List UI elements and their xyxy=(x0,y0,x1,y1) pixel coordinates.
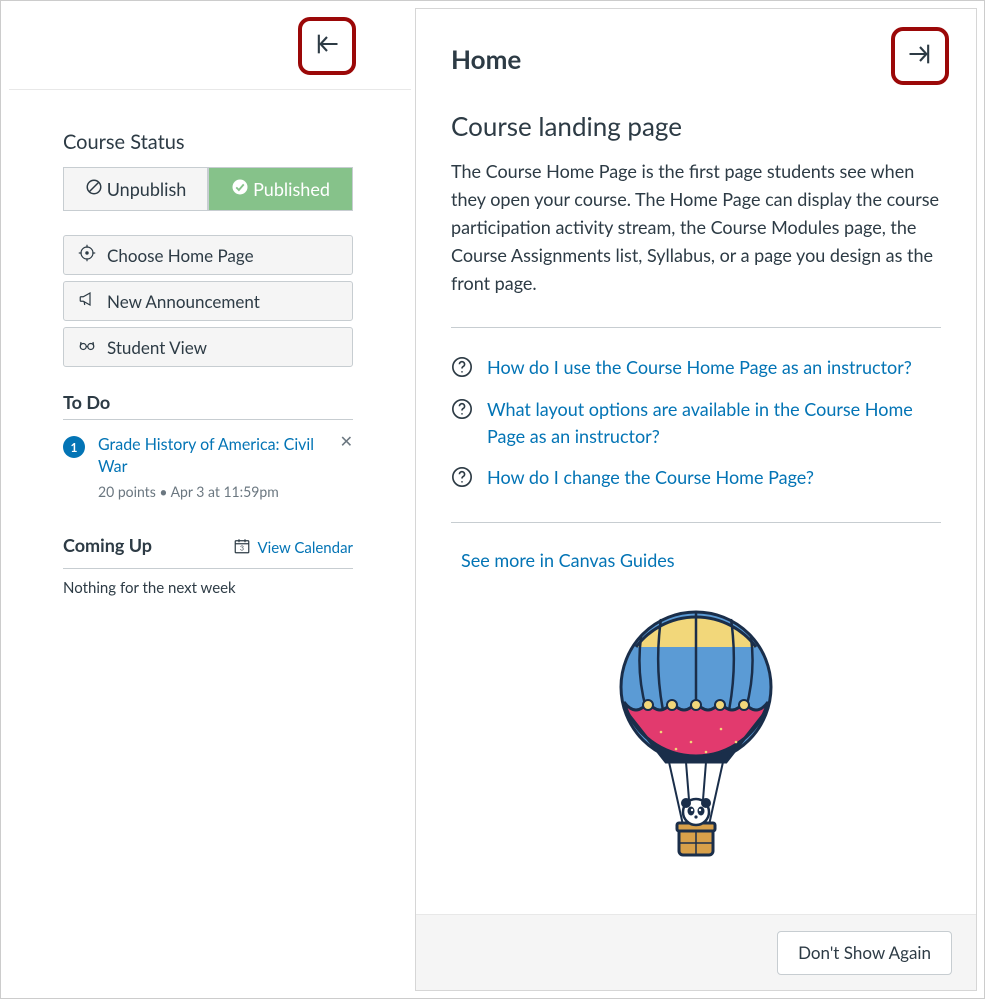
help-footer: Don't Show Again xyxy=(416,914,976,990)
action-label: Student View xyxy=(107,337,207,358)
unpublish-button[interactable]: Unpublish xyxy=(63,167,208,211)
help-link[interactable]: What layout options are available in the… xyxy=(487,396,941,450)
todo-meta: 20 points • Apr 3 at 11:59pm xyxy=(98,483,331,500)
calendar-icon: 3 xyxy=(233,537,251,559)
divider xyxy=(451,327,941,328)
close-icon: ✕ xyxy=(340,434,353,451)
new-announcement-button[interactable]: New Announcement xyxy=(63,281,353,321)
todo-item: 1 Grade History of America: Civil War 20… xyxy=(63,434,353,500)
arrow-right-to-line-icon xyxy=(906,40,934,72)
view-calendar-link[interactable]: 3 View Calendar xyxy=(233,537,353,559)
svg-text:3: 3 xyxy=(240,545,244,553)
help-link-item: How do I change the Course Home Page? xyxy=(451,464,941,492)
student-view-button[interactable]: Student View xyxy=(63,327,353,367)
balloon-illustration xyxy=(451,607,941,867)
help-subtitle: Course landing page xyxy=(451,110,941,142)
help-panel: Home Course landing page The Course Home… xyxy=(415,8,977,991)
unpublish-label: Unpublish xyxy=(107,178,187,200)
glasses-icon xyxy=(78,336,96,358)
published-icon xyxy=(231,178,249,200)
unpublish-icon xyxy=(85,178,103,200)
question-icon xyxy=(451,464,473,492)
course-action-list: Choose Home Page New Announcement xyxy=(63,235,353,367)
view-calendar-label: View Calendar xyxy=(257,539,353,557)
todo-count-badge: 1 xyxy=(63,436,85,458)
todo-link[interactable]: Grade History of America: Civil War xyxy=(98,434,331,477)
action-label: New Announcement xyxy=(107,291,260,312)
help-link[interactable]: How do I use the Course Home Page as an … xyxy=(487,354,912,381)
expand-panel-button[interactable] xyxy=(891,27,949,85)
coming-up-empty: Nothing for the next week xyxy=(63,579,353,597)
todo-heading: To Do xyxy=(63,391,353,413)
sidebar-top xyxy=(9,1,411,90)
help-link-item: What layout options are available in the… xyxy=(451,396,941,450)
published-label: Published xyxy=(253,178,330,200)
course-status-heading: Course Status xyxy=(63,130,353,154)
divider xyxy=(63,419,353,420)
dont-show-again-button[interactable]: Don't Show Again xyxy=(777,931,952,975)
help-description: The Course Home Page is the first page s… xyxy=(451,158,941,297)
collapse-sidebar-button[interactable] xyxy=(298,17,356,75)
publish-toggle: Unpublish Published xyxy=(63,167,353,211)
help-link-item: How do I use the Course Home Page as an … xyxy=(451,354,941,382)
question-icon xyxy=(451,396,473,424)
see-more-link[interactable]: See more in Canvas Guides xyxy=(461,549,941,571)
arrow-left-to-line-icon xyxy=(313,30,341,62)
published-button[interactable]: Published xyxy=(208,167,353,211)
divider xyxy=(451,522,941,523)
help-panel-title: Home xyxy=(451,43,521,75)
question-icon xyxy=(451,354,473,382)
divider xyxy=(63,568,353,569)
help-links-list: How do I use the Course Home Page as an … xyxy=(451,354,941,492)
coming-up-heading: Coming Up xyxy=(63,534,152,556)
target-icon xyxy=(78,244,96,266)
dismiss-todo-button[interactable]: ✕ xyxy=(340,432,353,452)
sidebar-panel: Course Status Unpublish Published xyxy=(1,1,415,998)
help-link[interactable]: How do I change the Course Home Page? xyxy=(487,464,814,491)
action-label: Choose Home Page xyxy=(107,245,254,266)
megaphone-icon xyxy=(78,290,96,312)
choose-home-page-button[interactable]: Choose Home Page xyxy=(63,235,353,275)
